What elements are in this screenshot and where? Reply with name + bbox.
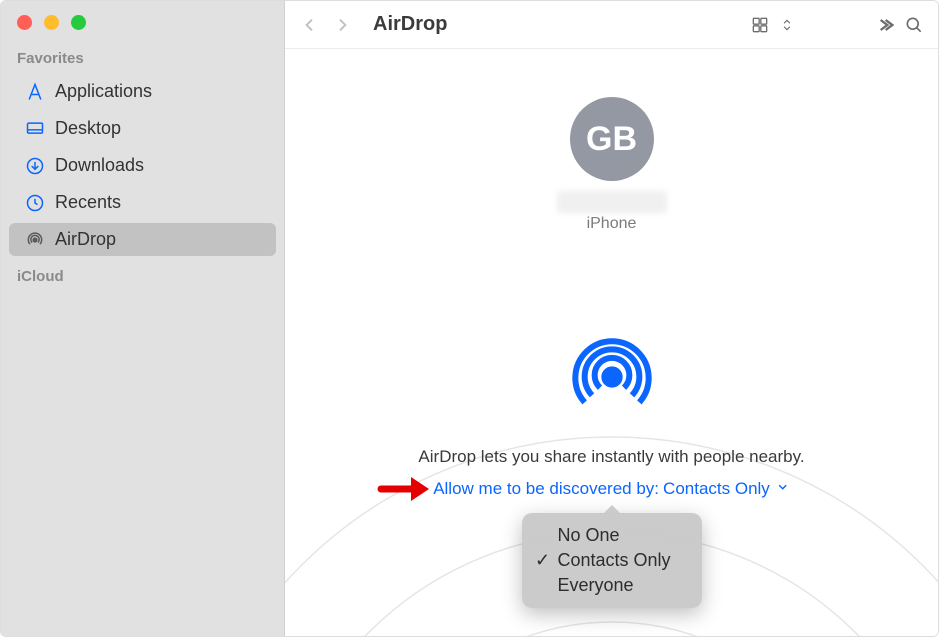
option-label: Everyone [558,575,634,596]
option-no-one[interactable]: No One [534,523,688,548]
device-name-redacted [557,191,667,213]
toolbar: AirDrop [285,1,938,49]
sidebar-item-label: Applications [55,81,152,102]
minimize-window-button[interactable] [44,15,59,30]
option-contacts-only[interactable]: ✓ Contacts Only [534,548,688,573]
sidebar-section-favorites: Favorites [1,40,284,73]
sidebar-item-desktop[interactable]: Desktop [9,112,276,145]
desktop-icon [25,119,45,139]
finder-window: Favorites Applications Desktop Downloads… [0,0,939,637]
sidebar-item-applications[interactable]: Applications [9,75,276,108]
sidebar-item-label: Desktop [55,118,121,139]
recents-icon [25,193,45,213]
sidebar: Favorites Applications Desktop Downloads… [1,1,285,636]
airdrop-logo-icon [572,337,652,422]
airdrop-icon [25,230,45,250]
sidebar-item-recents[interactable]: Recents [9,186,276,219]
option-label: No One [558,525,620,546]
sidebar-item-airdrop[interactable]: AirDrop [9,223,276,256]
airdrop-area: GB iPhone AirDrop lets you share instant… [285,49,938,636]
view-grid-icon[interactable] [750,15,770,35]
view-sort-icon[interactable] [780,15,794,35]
sidebar-item-label: AirDrop [55,229,116,250]
check-icon: ✓ [534,550,552,571]
sidebar-section-icloud: iCloud [1,258,284,291]
close-window-button[interactable] [17,15,32,30]
airdrop-hint-text: AirDrop lets you share instantly with pe… [418,447,804,467]
downloads-icon [25,156,45,176]
sidebar-item-downloads[interactable]: Downloads [9,149,276,182]
back-button[interactable] [299,14,321,36]
discovered-device[interactable]: GB iPhone [557,97,667,233]
content-area: AirDrop GB iP [285,1,938,636]
toolbar-overflow-icon[interactable] [874,15,894,35]
chevron-down-icon [776,479,790,499]
sidebar-item-label: Downloads [55,155,144,176]
discoverability-button[interactable]: Allow me to be discovered by: Contacts O… [433,479,790,499]
device-avatar: GB [570,97,654,181]
applications-icon [25,82,45,102]
page-title: AirDrop [373,13,447,36]
annotation-arrow-icon [377,471,433,512]
search-icon[interactable] [904,15,924,35]
discover-value: Contacts Only [663,479,770,499]
fullscreen-window-button[interactable] [71,15,86,30]
sidebar-item-label: Recents [55,192,121,213]
option-everyone[interactable]: Everyone [534,573,688,598]
device-type-label: iPhone [587,215,637,233]
discoverability-dropdown: No One ✓ Contacts Only Everyone [522,513,702,608]
discover-label: Allow me to be discovered by: [433,479,659,499]
option-label: Contacts Only [558,550,671,571]
forward-button[interactable] [331,14,353,36]
window-controls [1,1,284,40]
